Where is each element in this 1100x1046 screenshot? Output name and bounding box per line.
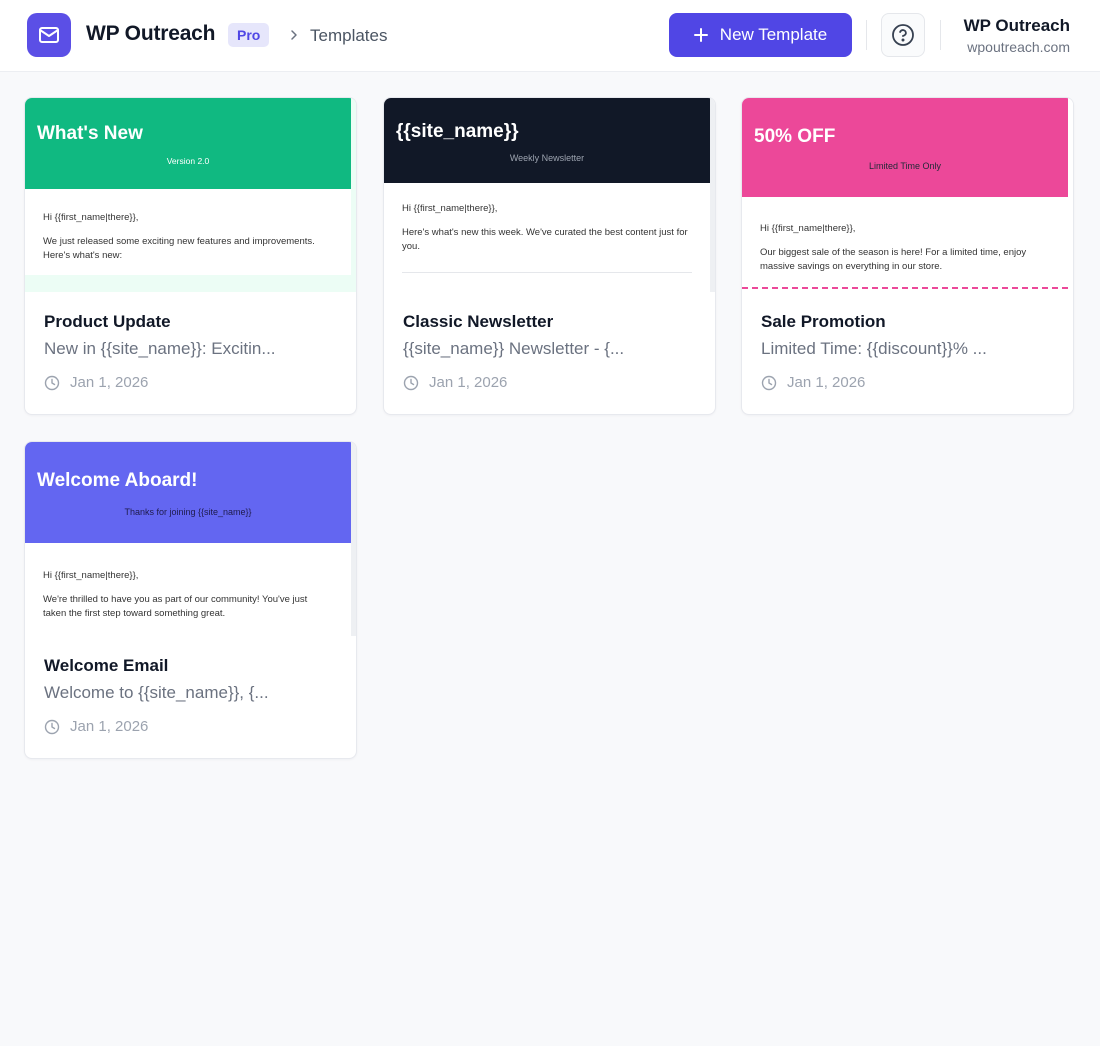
preview-divider — [402, 272, 692, 273]
template-card[interactable]: Welcome Aboard! Thanks for joining {{sit… — [24, 441, 357, 759]
template-name: Welcome Email — [44, 656, 169, 675]
preview-greeting: Hi {{first_name|there}}, — [760, 223, 856, 234]
template-date: Jan 1, 2026 — [761, 374, 865, 391]
template-date: Jan 1, 2026 — [44, 374, 148, 391]
app-name: WP Outreach — [86, 22, 216, 45]
preview-body: Hi {{first_name|there}}, Here's what's n… — [384, 183, 710, 292]
preview-text: We're thrilled to have you as part of ou… — [43, 594, 308, 619]
template-date: Jan 1, 2026 — [403, 374, 507, 391]
clock-icon — [44, 375, 60, 391]
date-label: Jan 1, 2026 — [70, 374, 149, 391]
email-preview: 50% OFF Limited Time Only Hi {{first_nam… — [742, 98, 1073, 292]
preview-scrollbar[interactable] — [351, 98, 356, 292]
account-site: wpoutreach.com — [967, 39, 1070, 55]
preview-body: Hi {{first_name|there}}, We're thrilled … — [25, 543, 351, 636]
preview-greeting: Hi {{first_name|there}}, — [43, 570, 139, 581]
template-subject: Welcome to {{site_name}}, {... — [44, 683, 269, 702]
account-name: WP Outreach — [963, 16, 1070, 35]
header-divider — [866, 20, 867, 50]
preview-title: Welcome Aboard! — [37, 470, 198, 491]
chevron-right-icon — [287, 24, 301, 46]
top-bar: WP Outreach Pro Templates New Template W… — [0, 0, 1100, 72]
preview-scrollbar[interactable] — [1068, 98, 1073, 292]
preview-banner: 50% OFF Limited Time Only — [742, 98, 1068, 197]
preview-scrollbar[interactable] — [351, 442, 356, 636]
preview-banner: Welcome Aboard! Thanks for joining {{sit… — [25, 442, 351, 543]
template-card[interactable]: 50% OFF Limited Time Only Hi {{first_nam… — [741, 97, 1074, 415]
preview-subtitle: Version 2.0 — [166, 156, 210, 166]
email-preview: {{site_name}} Weekly Newsletter Hi {{fir… — [384, 98, 715, 292]
preview-text: Here's what's new this week. We've curat… — [402, 227, 688, 252]
date-label: Jan 1, 2026 — [429, 374, 508, 391]
template-subject: {{site_name}} Newsletter - {... — [403, 339, 625, 358]
template-card[interactable]: {{site_name}} Weekly Newsletter Hi {{fir… — [383, 97, 716, 415]
preview-greeting: Hi {{first_name|there}}, — [402, 203, 498, 214]
preview-title: {{site_name}} — [396, 121, 519, 142]
clock-icon — [44, 719, 60, 735]
plus-icon — [693, 28, 708, 42]
preview-banner: What's New Version 2.0 — [25, 98, 351, 189]
preview-body: Hi {{first_name|there}}, We just release… — [25, 189, 351, 275]
template-name: Sale Promotion — [761, 312, 886, 331]
preview-greeting: Hi {{first_name|there}}, — [43, 212, 139, 223]
preview-scrollbar[interactable] — [710, 98, 715, 292]
template-name: Classic Newsletter — [403, 312, 554, 331]
new-template-label: New Template — [719, 25, 828, 44]
breadcrumb-current[interactable]: Templates — [310, 26, 387, 46]
template-card[interactable]: What's New Version 2.0 Hi {{first_name|t… — [24, 97, 357, 415]
header-divider — [940, 20, 941, 50]
preview-text: We just released some exciting new featu… — [43, 236, 315, 261]
date-label: Jan 1, 2026 — [70, 718, 149, 735]
date-label: Jan 1, 2026 — [787, 374, 866, 391]
template-subject: New in {{site_name}}: Excitin... — [44, 339, 276, 358]
email-preview: What's New Version 2.0 Hi {{first_name|t… — [25, 98, 356, 292]
help-circle-icon — [891, 23, 915, 47]
help-button[interactable] — [881, 13, 925, 57]
preview-subtitle: Thanks for joining {{site_name}} — [124, 507, 252, 517]
clock-icon — [403, 375, 419, 391]
pro-badge: Pro — [228, 23, 270, 47]
preview-subtitle: Limited Time Only — [868, 161, 942, 171]
clock-icon — [761, 375, 777, 391]
template-date: Jan 1, 2026 — [44, 718, 148, 735]
mail-icon[interactable] — [27, 13, 71, 57]
preview-subtitle: Weekly Newsletter — [509, 153, 585, 163]
account-info[interactable]: WP Outreach wpoutreach.com — [964, 15, 1070, 57]
email-preview: Welcome Aboard! Thanks for joining {{sit… — [25, 442, 356, 636]
template-subject: Limited Time: {{discount}}% ... — [761, 339, 987, 358]
preview-title: 50% OFF — [754, 126, 836, 147]
template-name: Product Update — [44, 312, 171, 331]
preview-banner: {{site_name}} Weekly Newsletter — [384, 98, 710, 183]
preview-text: Our biggest sale of the season is here! … — [760, 247, 1027, 272]
preview-title: What's New — [37, 123, 143, 144]
preview-body: Hi {{first_name|there}}, Our biggest sal… — [742, 197, 1068, 289]
new-template-button[interactable]: New Template — [669, 13, 852, 57]
